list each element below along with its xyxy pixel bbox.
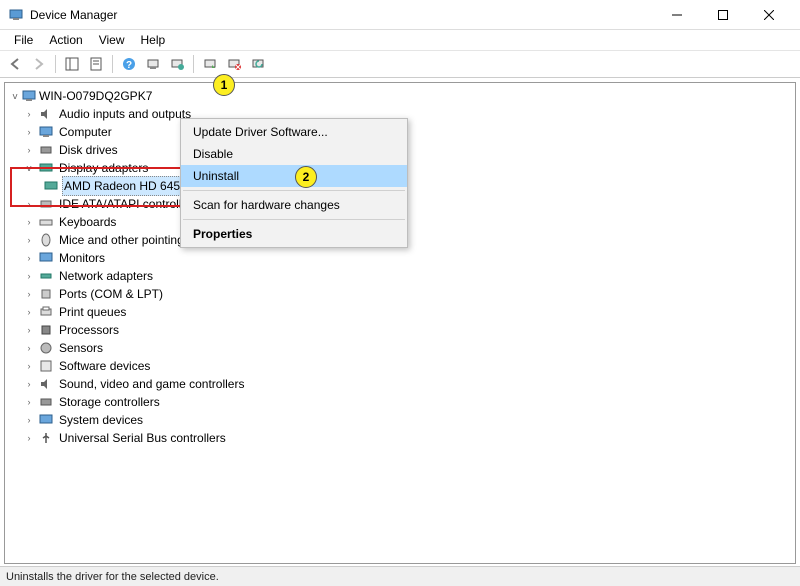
- monitor-icon: [38, 250, 54, 266]
- status-text: Uninstalls the driver for the selected d…: [6, 571, 219, 583]
- expander-closed-icon[interactable]: ›: [23, 396, 35, 408]
- tree-item[interactable]: ›Ports (COM & LPT): [5, 285, 795, 303]
- storage-icon: [38, 394, 54, 410]
- update-driver-button[interactable]: [166, 53, 188, 75]
- minimize-button[interactable]: [654, 0, 700, 30]
- menu-bar: File Action View Help: [0, 30, 800, 50]
- ctx-uninstall[interactable]: Uninstall: [181, 165, 407, 187]
- system-icon: [38, 412, 54, 428]
- toolbar-separator: [112, 55, 113, 73]
- maximize-button[interactable]: [700, 0, 746, 30]
- expander-closed-icon[interactable]: ›: [23, 414, 35, 426]
- root-label: WIN-O079DQ2GPK7: [37, 87, 154, 105]
- enable-button[interactable]: [199, 53, 221, 75]
- expander-closed-icon[interactable]: ›: [23, 252, 35, 264]
- context-menu: Update Driver Software... Disable Uninst…: [180, 118, 408, 248]
- expander-closed-icon[interactable]: ›: [23, 198, 35, 210]
- help-button[interactable]: ?: [118, 53, 140, 75]
- svg-text:?: ?: [126, 60, 132, 71]
- audio-icon: [38, 106, 54, 122]
- tree-item[interactable]: ›Sound, video and game controllers: [5, 375, 795, 393]
- expander-closed-icon[interactable]: ›: [23, 216, 35, 228]
- uninstall-button[interactable]: [223, 53, 245, 75]
- expander-closed-icon[interactable]: ›: [23, 108, 35, 120]
- network-icon: [38, 268, 54, 284]
- ctx-separator: [183, 190, 405, 191]
- expander-closed-icon[interactable]: ›: [23, 342, 35, 354]
- close-button[interactable]: [746, 0, 792, 30]
- menu-help[interactable]: Help: [133, 31, 174, 49]
- display-adapter-icon: [38, 160, 54, 176]
- expander-closed-icon[interactable]: ›: [23, 126, 35, 138]
- expander-closed-icon[interactable]: ›: [23, 288, 35, 300]
- computer-icon: [38, 124, 54, 140]
- computer-icon: [21, 88, 37, 104]
- window-title: Device Manager: [30, 8, 654, 22]
- back-button[interactable]: [4, 53, 26, 75]
- show-hide-tree-button[interactable]: [61, 53, 83, 75]
- status-bar: Uninstalls the driver for the selected d…: [0, 566, 800, 586]
- window-controls: [654, 0, 792, 30]
- tree-item[interactable]: ›Sensors: [5, 339, 795, 357]
- expander-open-icon[interactable]: ⅴ: [9, 90, 21, 102]
- ctx-properties[interactable]: Properties: [181, 223, 407, 245]
- expander-closed-icon[interactable]: ›: [23, 270, 35, 282]
- tree-item[interactable]: ›Monitors: [5, 249, 795, 267]
- keyboard-icon: [38, 214, 54, 230]
- tree-item[interactable]: ›Storage controllers: [5, 393, 795, 411]
- forward-button[interactable]: [28, 53, 50, 75]
- sensor-icon: [38, 340, 54, 356]
- tree-item[interactable]: ›Software devices: [5, 357, 795, 375]
- properties-button[interactable]: [85, 53, 107, 75]
- disk-icon: [38, 142, 54, 158]
- toolbar-separator: [55, 55, 56, 73]
- ctx-update-driver[interactable]: Update Driver Software...: [181, 121, 407, 143]
- sound-icon: [38, 376, 54, 392]
- expander-closed-icon[interactable]: ›: [23, 306, 35, 318]
- menu-view[interactable]: View: [91, 31, 133, 49]
- tree-root[interactable]: ⅴ WIN-O079DQ2GPK7: [5, 87, 795, 105]
- ports-icon: [38, 286, 54, 302]
- mouse-icon: [38, 232, 54, 248]
- expander-open-icon[interactable]: ⅴ: [23, 162, 35, 174]
- scan-changes-button[interactable]: [247, 53, 269, 75]
- ctx-separator: [183, 219, 405, 220]
- tree-item[interactable]: ›System devices: [5, 411, 795, 429]
- menu-file[interactable]: File: [6, 31, 41, 49]
- device-manager-icon: [8, 7, 24, 23]
- expander-closed-icon[interactable]: ›: [23, 360, 35, 372]
- title-bar: Device Manager: [0, 0, 800, 30]
- tree-item[interactable]: ›Network adapters: [5, 267, 795, 285]
- tree-item[interactable]: ›Print queues: [5, 303, 795, 321]
- ide-icon: [38, 196, 54, 212]
- menu-action[interactable]: Action: [41, 31, 90, 49]
- ctx-scan[interactable]: Scan for hardware changes: [181, 194, 407, 216]
- scan-hardware-button[interactable]: [142, 53, 164, 75]
- usb-icon: [38, 430, 54, 446]
- expander-closed-icon[interactable]: ›: [23, 432, 35, 444]
- expander-closed-icon[interactable]: ›: [23, 378, 35, 390]
- ctx-disable[interactable]: Disable: [181, 143, 407, 165]
- expander-closed-icon[interactable]: ›: [23, 144, 35, 156]
- printer-icon: [38, 304, 54, 320]
- tree-item[interactable]: ›Universal Serial Bus controllers: [5, 429, 795, 447]
- processor-icon: [38, 322, 54, 338]
- tree-item[interactable]: ›Processors: [5, 321, 795, 339]
- toolbar: ?: [0, 50, 800, 78]
- expander-closed-icon[interactable]: ›: [23, 324, 35, 336]
- software-icon: [38, 358, 54, 374]
- toolbar-separator: [193, 55, 194, 73]
- display-adapter-icon: [43, 178, 59, 194]
- expander-closed-icon[interactable]: ›: [23, 234, 35, 246]
